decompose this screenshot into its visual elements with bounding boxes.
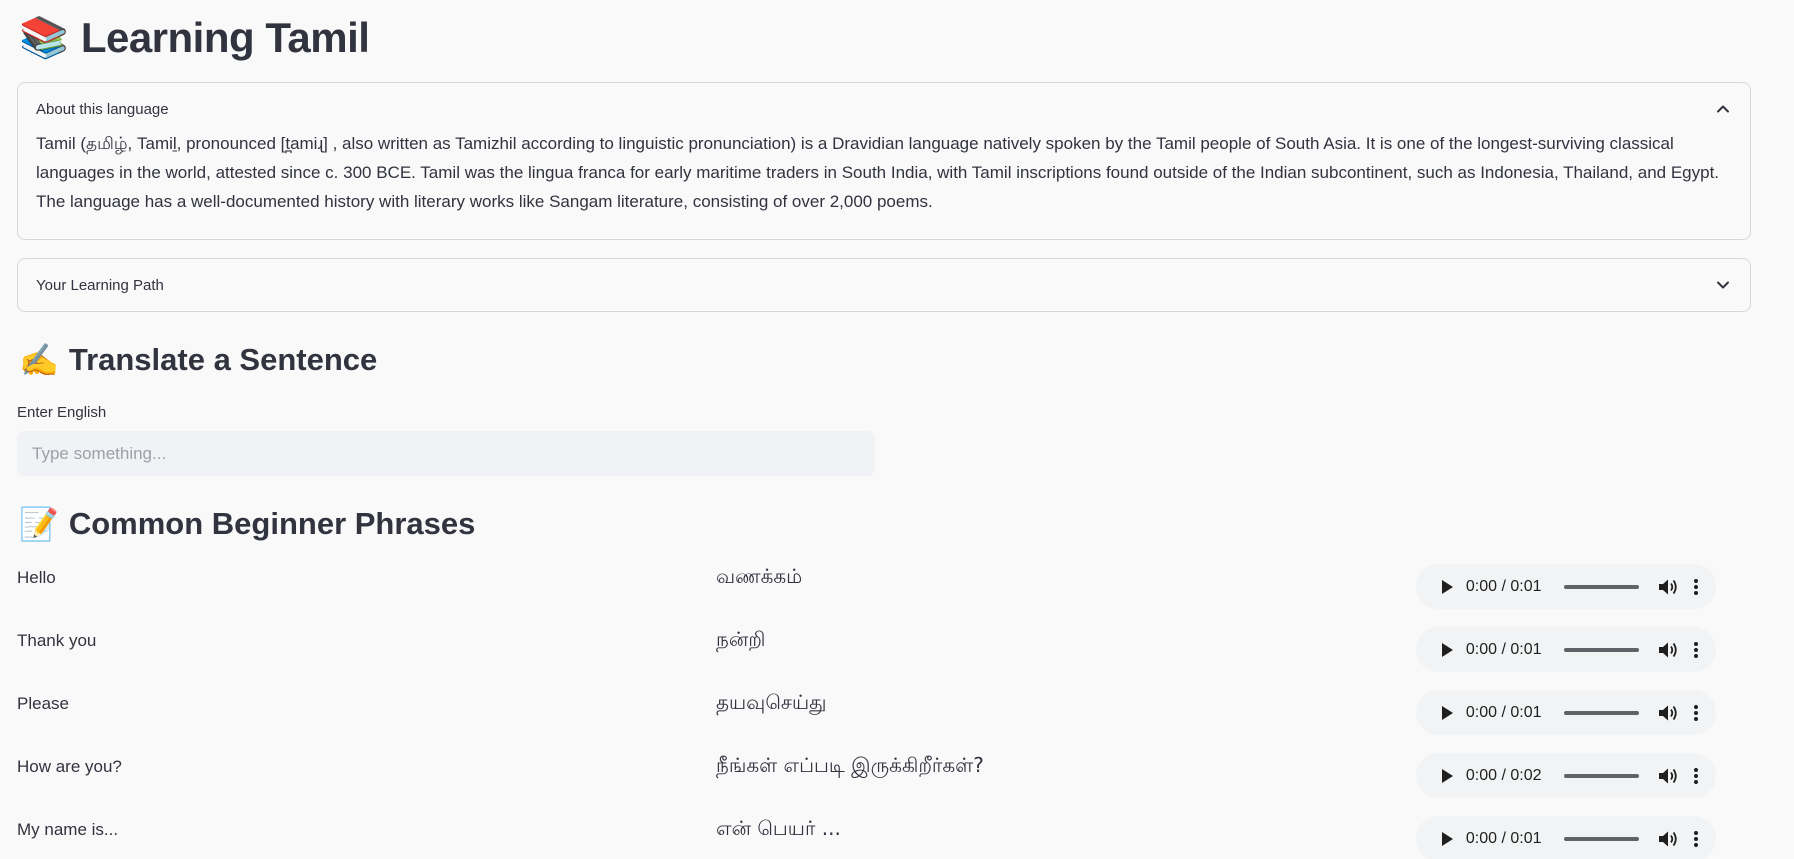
play-icon[interactable] — [1434, 698, 1460, 728]
books-icon: 📚 — [19, 15, 69, 61]
more-options-icon[interactable] — [1685, 635, 1706, 665]
phrase-tamil: வணக்கம் — [716, 564, 803, 588]
phrase-row: Please தயவுசெய்து 0:00 / 0:01 — [0, 686, 1794, 749]
phrase-english: Hello — [17, 568, 56, 587]
audio-player: 0:00 / 0:01 — [1416, 627, 1716, 672]
phrase-row: Hello வணக்கம் 0:00 / 0:01 — [0, 560, 1794, 623]
audio-time: 0:00 / 0:01 — [1465, 703, 1542, 721]
more-options-icon[interactable] — [1685, 698, 1706, 728]
chevron-up-icon[interactable] — [1714, 100, 1732, 118]
phrases-heading-text: Common Beginner Phrases — [68, 506, 476, 541]
volume-icon[interactable] — [1655, 635, 1681, 665]
phrase-row: Thank you நன்றி 0:00 / 0:01 — [0, 623, 1794, 686]
volume-icon[interactable] — [1655, 824, 1681, 854]
play-icon[interactable] — [1434, 635, 1460, 665]
phrase-tamil: என் பெயர் ... — [716, 816, 841, 840]
volume-icon[interactable] — [1655, 572, 1681, 602]
more-options-icon[interactable] — [1685, 761, 1706, 791]
memo-icon: 📝 — [19, 505, 59, 543]
translate-heading: ✍️ Translate a Sentence — [19, 342, 377, 378]
audio-progress-slider[interactable] — [1563, 647, 1640, 652]
audio-progress-slider[interactable] — [1563, 710, 1640, 715]
phrase-row: How are you? நீங்கள் எப்படி இருக்கிறீர்க… — [0, 749, 1794, 812]
about-expander-label: About this language — [36, 100, 169, 118]
audio-time: 0:00 / 0:01 — [1465, 829, 1542, 847]
phrase-english: My name is... — [17, 820, 119, 839]
audio-progress-slider[interactable] — [1563, 773, 1640, 778]
audio-player: 0:00 / 0:01 — [1416, 690, 1716, 735]
phrase-tamil: நீங்கள் எப்படி இருக்கிறீர்கள்? — [716, 753, 984, 777]
play-icon[interactable] — [1434, 572, 1460, 602]
more-options-icon[interactable] — [1685, 572, 1706, 602]
audio-player: 0:00 / 0:02 — [1416, 753, 1716, 798]
phrase-tamil: நன்றி — [716, 627, 766, 651]
phrase-tamil: தயவுசெய்து — [716, 690, 827, 714]
play-icon[interactable] — [1434, 761, 1460, 791]
audio-progress-slider[interactable] — [1563, 584, 1640, 589]
english-input-label: Enter English — [17, 404, 107, 421]
about-text: Tamil (தமிழ், Tamiḻ, pronounced [t̪amiɻ]… — [36, 134, 1720, 211]
audio-player: 0:00 / 0:01 — [1416, 564, 1716, 609]
audio-player: 0:00 / 0:01 — [1416, 816, 1716, 859]
learning-path-expander-header[interactable]: Your Learning Path — [18, 259, 1750, 311]
learning-path-expander: Your Learning Path — [17, 258, 1751, 312]
play-icon[interactable] — [1434, 824, 1460, 854]
english-input[interactable] — [17, 431, 875, 476]
audio-progress-slider[interactable] — [1563, 836, 1640, 841]
learning-path-label: Your Learning Path — [36, 276, 164, 294]
audio-time: 0:00 / 0:01 — [1465, 577, 1542, 595]
audio-time: 0:00 / 0:01 — [1465, 640, 1542, 658]
phrases-heading: 📝 Common Beginner Phrases — [19, 506, 475, 542]
about-expander-header[interactable]: About this language — [18, 83, 1750, 135]
phrase-row: My name is... என் பெயர் ... 0:00 / 0:01 — [0, 812, 1794, 859]
phrase-english: Thank you — [17, 631, 97, 650]
volume-icon[interactable] — [1655, 761, 1681, 791]
page-title: 📚 Learning Tamil — [19, 14, 370, 62]
audio-time: 0:00 / 0:02 — [1465, 766, 1542, 784]
phrase-english: Please — [17, 694, 69, 713]
about-expander: About this language Tamil (தமிழ், Tamiḻ,… — [17, 82, 1751, 240]
translate-heading-text: Translate a Sentence — [68, 342, 378, 377]
writing-hand-icon: ✍️ — [19, 341, 59, 379]
page-title-text: Learning Tamil — [80, 14, 370, 61]
phrase-english: How are you? — [17, 757, 122, 776]
more-options-icon[interactable] — [1685, 824, 1706, 854]
volume-icon[interactable] — [1655, 698, 1681, 728]
chevron-down-icon[interactable] — [1714, 276, 1732, 294]
